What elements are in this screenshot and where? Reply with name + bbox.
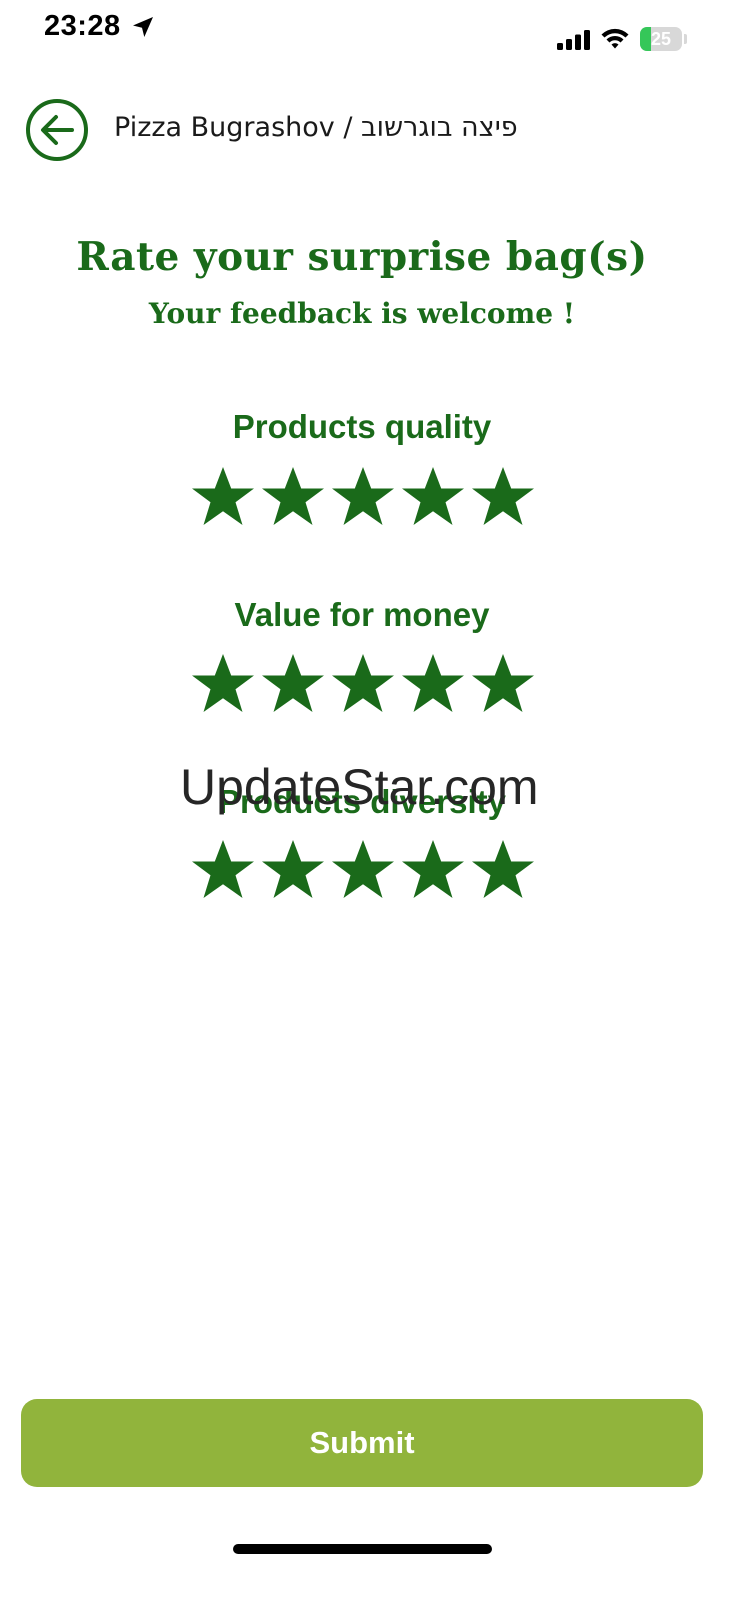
star-icon[interactable]: [328, 462, 398, 532]
star-icon[interactable]: [468, 462, 538, 532]
star-icon[interactable]: [398, 835, 468, 905]
cellular-signal-icon: [557, 30, 590, 50]
back-button[interactable]: [26, 99, 88, 161]
star-icon[interactable]: [328, 649, 398, 719]
wifi-icon: [601, 28, 629, 49]
star-icon[interactable]: [398, 649, 468, 719]
status-time: 23:28: [44, 10, 121, 42]
rating-label-products-quality: Products quality: [232, 408, 492, 445]
store-title: Pizza Bugrashov / פיצה בוגרשוב: [114, 112, 518, 143]
star-icon[interactable]: [468, 649, 538, 719]
star-rating-products-diversity: [188, 835, 538, 905]
rating-label-value-for-money: Value for money: [234, 596, 490, 633]
star-rating-products-quality: [188, 462, 538, 532]
star-icon[interactable]: [258, 835, 328, 905]
star-icon[interactable]: [258, 649, 328, 719]
submit-button[interactable]: Submit: [21, 1399, 703, 1487]
star-icon[interactable]: [468, 835, 538, 905]
battery-percent-label: 25: [650, 29, 672, 49]
page-subtitle: Your feedback is welcome !: [148, 297, 576, 330]
battery-charging-icon: 25: [640, 27, 682, 51]
star-icon[interactable]: [328, 835, 398, 905]
star-icon[interactable]: [188, 649, 258, 719]
arrow-left-icon: [41, 115, 74, 145]
page-title: Rate your surprise bag(s): [76, 234, 648, 280]
star-icon[interactable]: [188, 462, 258, 532]
battery-cap: [684, 34, 687, 44]
status-bar: 23:28 25: [0, 0, 739, 60]
star-icon[interactable]: [258, 462, 328, 532]
location-arrow-icon: [133, 17, 153, 37]
home-indicator: [233, 1544, 492, 1554]
star-rating-value-for-money: [188, 649, 538, 719]
rating-label-products-diversity: Products diversity: [218, 783, 506, 820]
star-icon[interactable]: [188, 835, 258, 905]
star-icon[interactable]: [398, 462, 468, 532]
